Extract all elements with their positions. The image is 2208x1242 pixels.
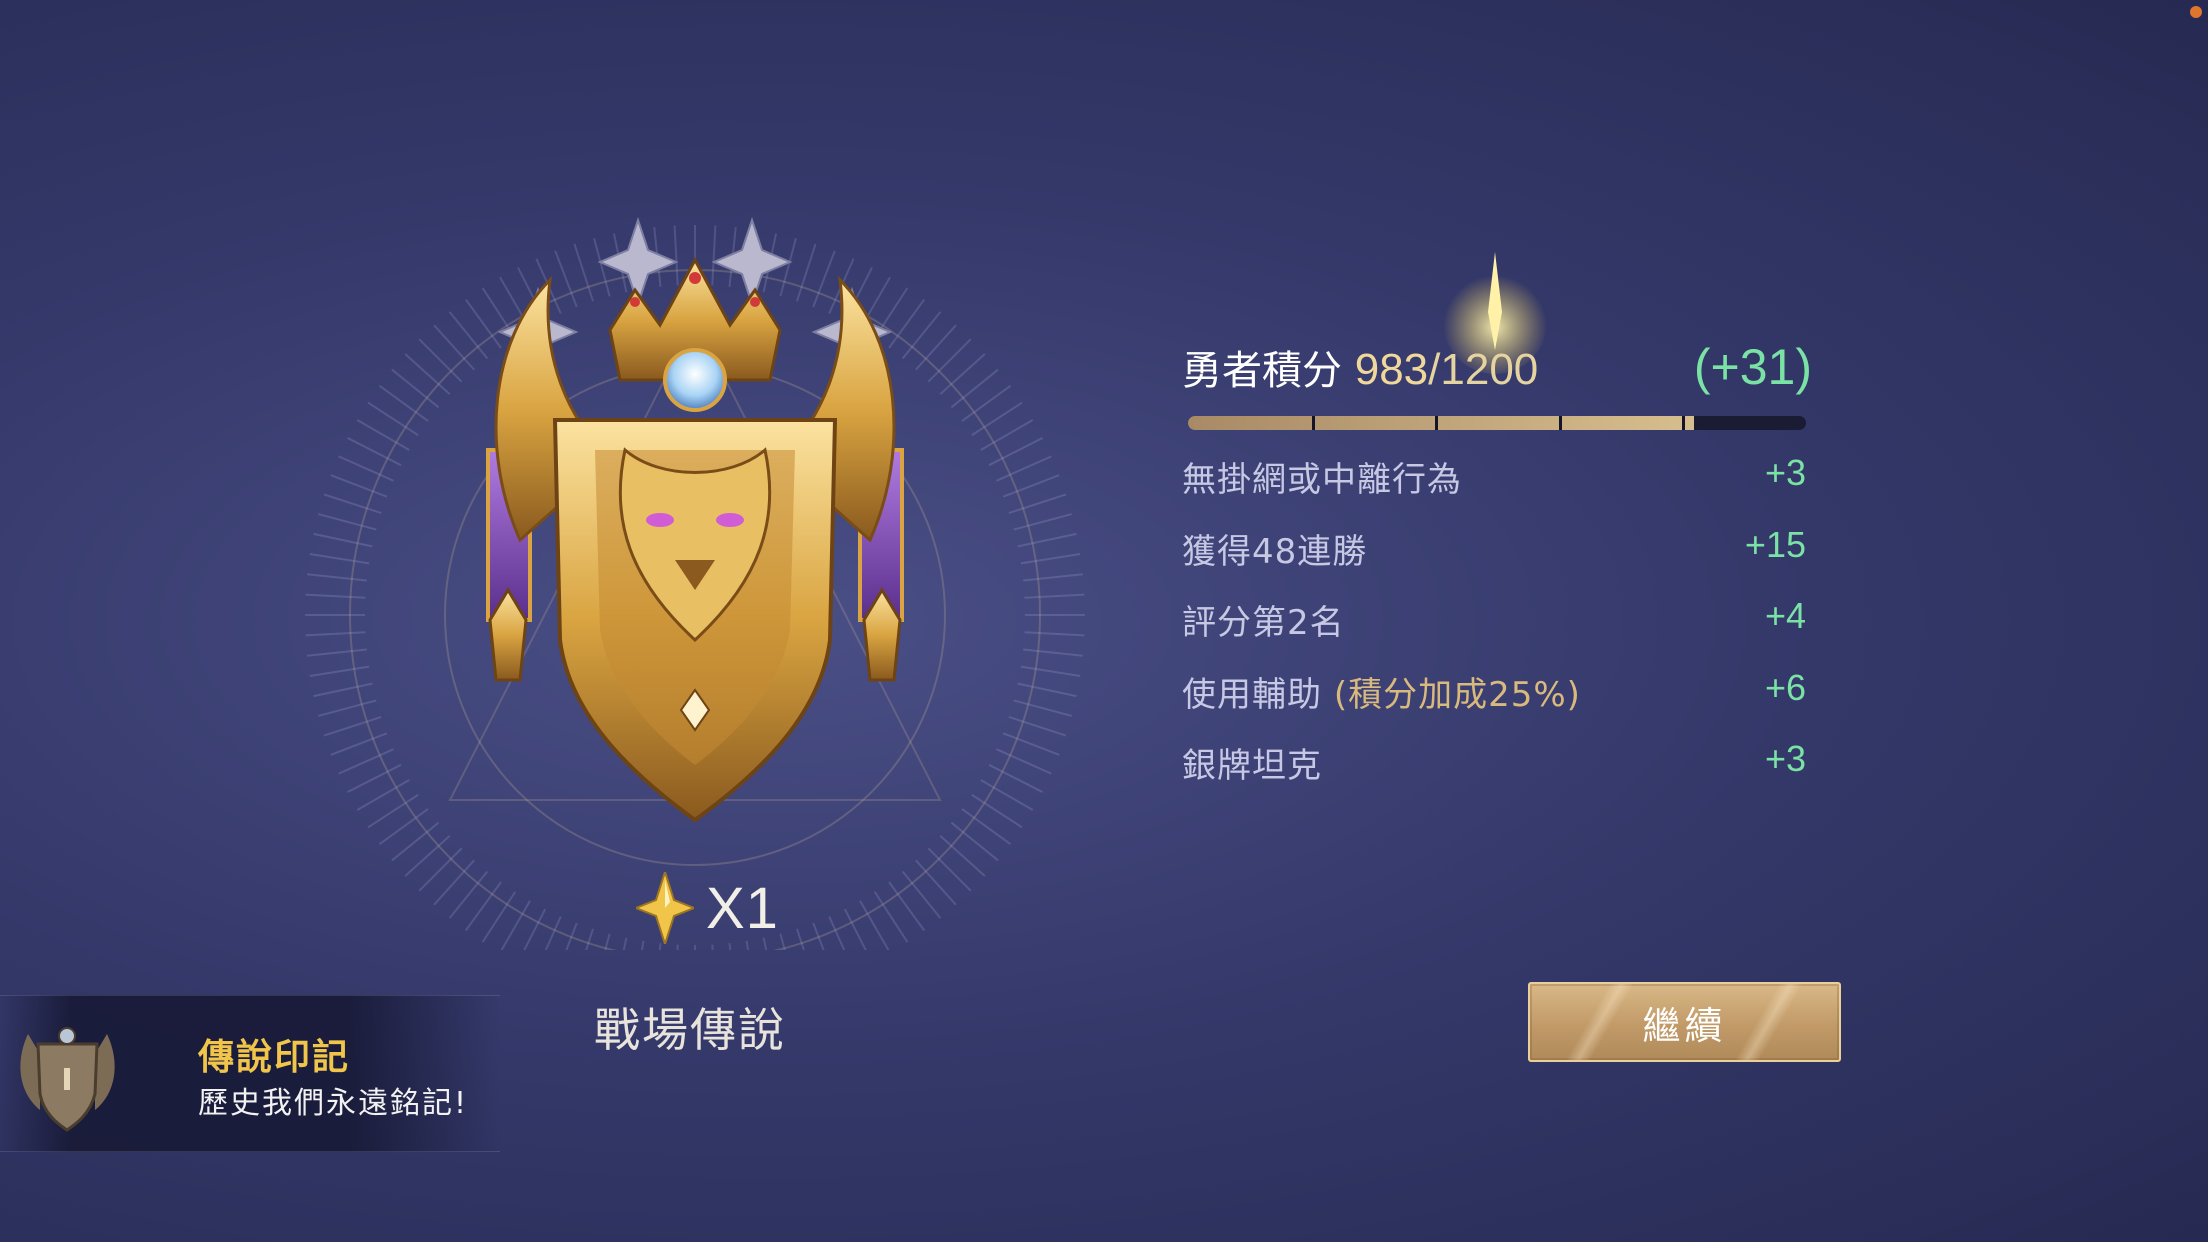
breakdown-value: +3 <box>1764 452 1806 493</box>
button-shine <box>1560 984 1640 1060</box>
star-count: X1 <box>636 868 786 948</box>
rank-emblem-area <box>300 160 1090 950</box>
legend-mark-subtitle: 歷史我們永遠銘記! <box>198 1086 469 1121</box>
notification-dot <box>2190 6 2202 18</box>
breakdown-value: +15 <box>1744 523 1806 565</box>
breakdown-label: 無掛網或中離行為 <box>1182 460 1462 500</box>
score-label: 勇者積分 <box>1182 348 1342 394</box>
breakdown-value: +4 <box>1764 595 1806 636</box>
score-max: 1200 <box>1440 345 1539 394</box>
breakdown-label: 銀牌坦克 <box>1182 746 1322 786</box>
progress-tick <box>1682 416 1686 430</box>
breakdown-row: 使用輔助 (積分加成25%) +6 <box>1182 653 1812 725</box>
legend-mark-title: 傳說印記 <box>198 1037 351 1078</box>
breakdown-label-main: 使用輔助 <box>1182 674 1322 715</box>
legend-lion-crest-icon <box>486 256 904 823</box>
breakdown-label-bonus: (積分加成25%) <box>1333 674 1581 715</box>
continue-button-label: 繼續 <box>1642 1003 1727 1048</box>
rank-name: 戰場傳說 <box>594 1003 786 1057</box>
progress-tick <box>1435 416 1439 430</box>
breakdown-row: 無掛網或中離行為 +3 <box>1182 438 1812 510</box>
button-shine <box>1729 984 1809 1060</box>
score-current: 983 <box>1354 345 1429 394</box>
score-progress-fill <box>1188 416 1695 430</box>
breakdown-label: 評分第2名 <box>1182 603 1345 643</box>
breakdown-label: 使用輔助 (積分加成25%) <box>1182 667 1581 716</box>
legend-mark-banner: 傳說印記 歷史我們永遠銘記! <box>0 995 500 1152</box>
score-gain: (+31) <box>1693 339 1812 395</box>
progress-tick <box>1311 416 1315 430</box>
gold-star-gem-icon <box>636 872 694 944</box>
star-multiplier: X1 <box>706 875 779 941</box>
breakdown-row: 評分第2名 +4 <box>1182 581 1812 653</box>
score-header: 勇者積分 983/1200 <box>1182 338 1538 396</box>
breakdown-row: 銀牌坦克 +3 <box>1182 724 1812 796</box>
breakdown-value: +3 <box>1764 738 1806 779</box>
breakdown-label: 獲得48連勝 <box>1182 531 1368 572</box>
breakdown-row: 獲得48連勝 +15 <box>1182 510 1812 582</box>
legend-mark-badge-icon <box>20 1027 115 1132</box>
score-breakdown-list: 無掛網或中離行為 +3 獲得48連勝 +15 評分第2名 +4 使用輔助 (積分… <box>1182 438 1812 796</box>
score-progress-bar <box>1188 416 1806 430</box>
breakdown-value: +6 <box>1764 666 1806 708</box>
continue-button[interactable]: 繼續 <box>1528 982 1841 1062</box>
score-separator: / <box>1428 345 1441 394</box>
progress-tick <box>1558 416 1562 430</box>
